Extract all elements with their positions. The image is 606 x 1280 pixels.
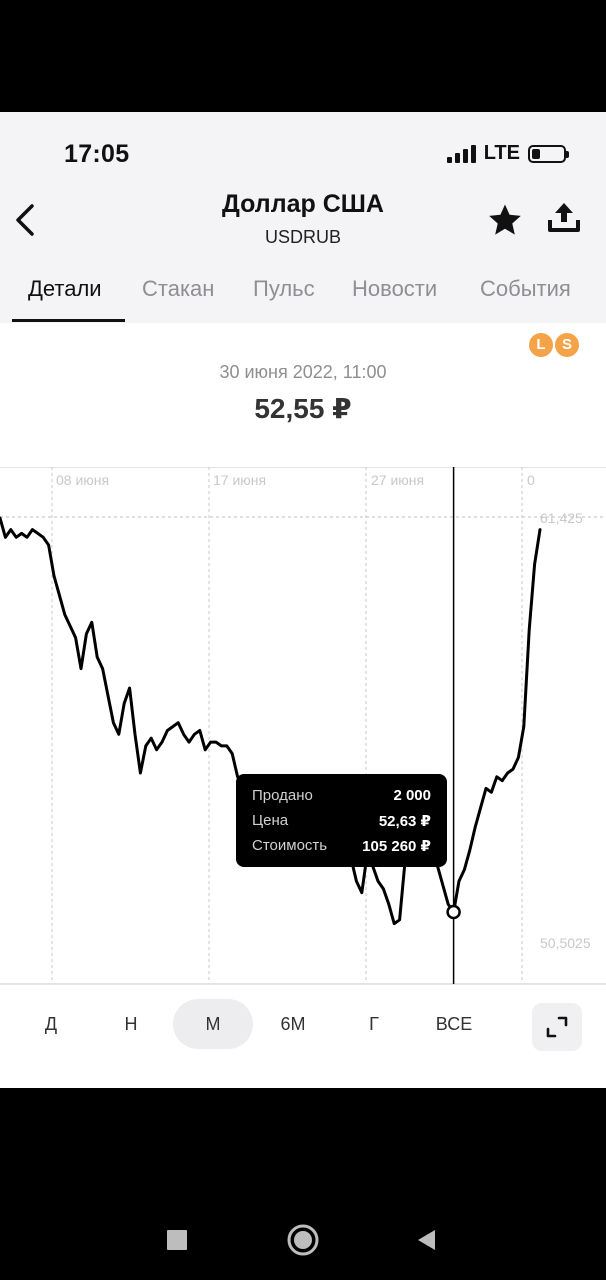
period-selector: Д Н М 6М Г ВСЕ [0,984,606,1060]
period-year[interactable]: Г [343,999,405,1049]
battery-icon [528,144,569,163]
chart-cursor-point [446,904,461,920]
tooltip-value: 52,63 ₽ [378,813,431,830]
tooltip-value: 105 260 ₽ [362,838,431,855]
trade-tooltip: Продано 2 000 Цена 52,63 ₽ Стоимость 105… [236,774,447,867]
y-max-label: 61,425 [540,510,583,526]
tooltip-row: Продано 2 000 [252,787,431,812]
x-tick-label: 27 июня [371,472,424,488]
selected-price: 52,55 ₽ [254,393,352,424]
tab-bar: Детали Стакан Пульс Новости События [0,272,606,323]
y-min-label: 50,5025 [540,935,591,951]
tab-news[interactable]: Новости [352,276,437,302]
period-week[interactable]: Н [100,999,162,1049]
badge-s: S [555,333,579,357]
tab-orderbook[interactable]: Стакан [142,276,214,302]
header-area: 17:05 LTE Доллар США USDRUB Детали Стака… [0,112,606,323]
tab-details[interactable]: Детали [28,276,102,302]
status-indicators: LTE [446,142,569,165]
selected-date: 30 июня 2022, 11:00 [219,362,387,382]
period-day[interactable]: Д [20,999,82,1049]
expand-icon [546,1016,568,1038]
tooltip-label: Продано [252,787,313,804]
period-all[interactable]: ВСЕ [420,999,488,1049]
chart-grid [0,467,606,984]
network-type: LTE [483,142,520,164]
period-month[interactable]: М [173,999,253,1049]
share-upload-icon [548,203,580,232]
recents-button[interactable] [159,1222,195,1258]
home-button[interactable] [285,1222,321,1258]
badge-l: L [529,333,553,357]
tooltip-row: Стоимость 105 260 ₽ [252,837,431,862]
expand-chart-button[interactable] [532,1003,582,1051]
nav-back-button[interactable] [408,1222,444,1258]
status-time: 17:05 [64,140,130,168]
system-nav-bar [0,1088,606,1280]
tab-events[interactable]: События [480,276,571,302]
favorite-button[interactable] [486,201,524,239]
top-black-area [0,0,606,112]
star-icon [489,204,521,235]
ls-badge-icon[interactable]: L S [529,333,581,357]
tab-pulse[interactable]: Пульс [253,276,315,302]
x-tick-label: 17 июня [213,472,266,488]
share-button[interactable] [544,198,584,238]
circle-home-icon [287,1224,319,1256]
period-6m[interactable]: 6М [262,999,324,1049]
signal-icon [446,144,476,163]
tooltip-label: Стоимость [252,837,328,854]
triangle-back-icon [418,1230,435,1250]
x-tick-label: 08 июня [56,472,109,488]
app-screen: 17:05 LTE Доллар США USDRUB Детали Стака… [0,112,606,1088]
tooltip-label: Цена [252,812,289,829]
tooltip-row: Цена 52,63 ₽ [252,812,431,837]
square-recents-icon [167,1230,187,1250]
tooltip-value: 2 000 [393,787,431,804]
active-tab-indicator [12,319,125,322]
price-chart[interactable]: 08 июня 17 июня 27 июня 0 61,425 50,5025 [0,467,606,984]
x-tick-label: 0 [527,472,535,488]
